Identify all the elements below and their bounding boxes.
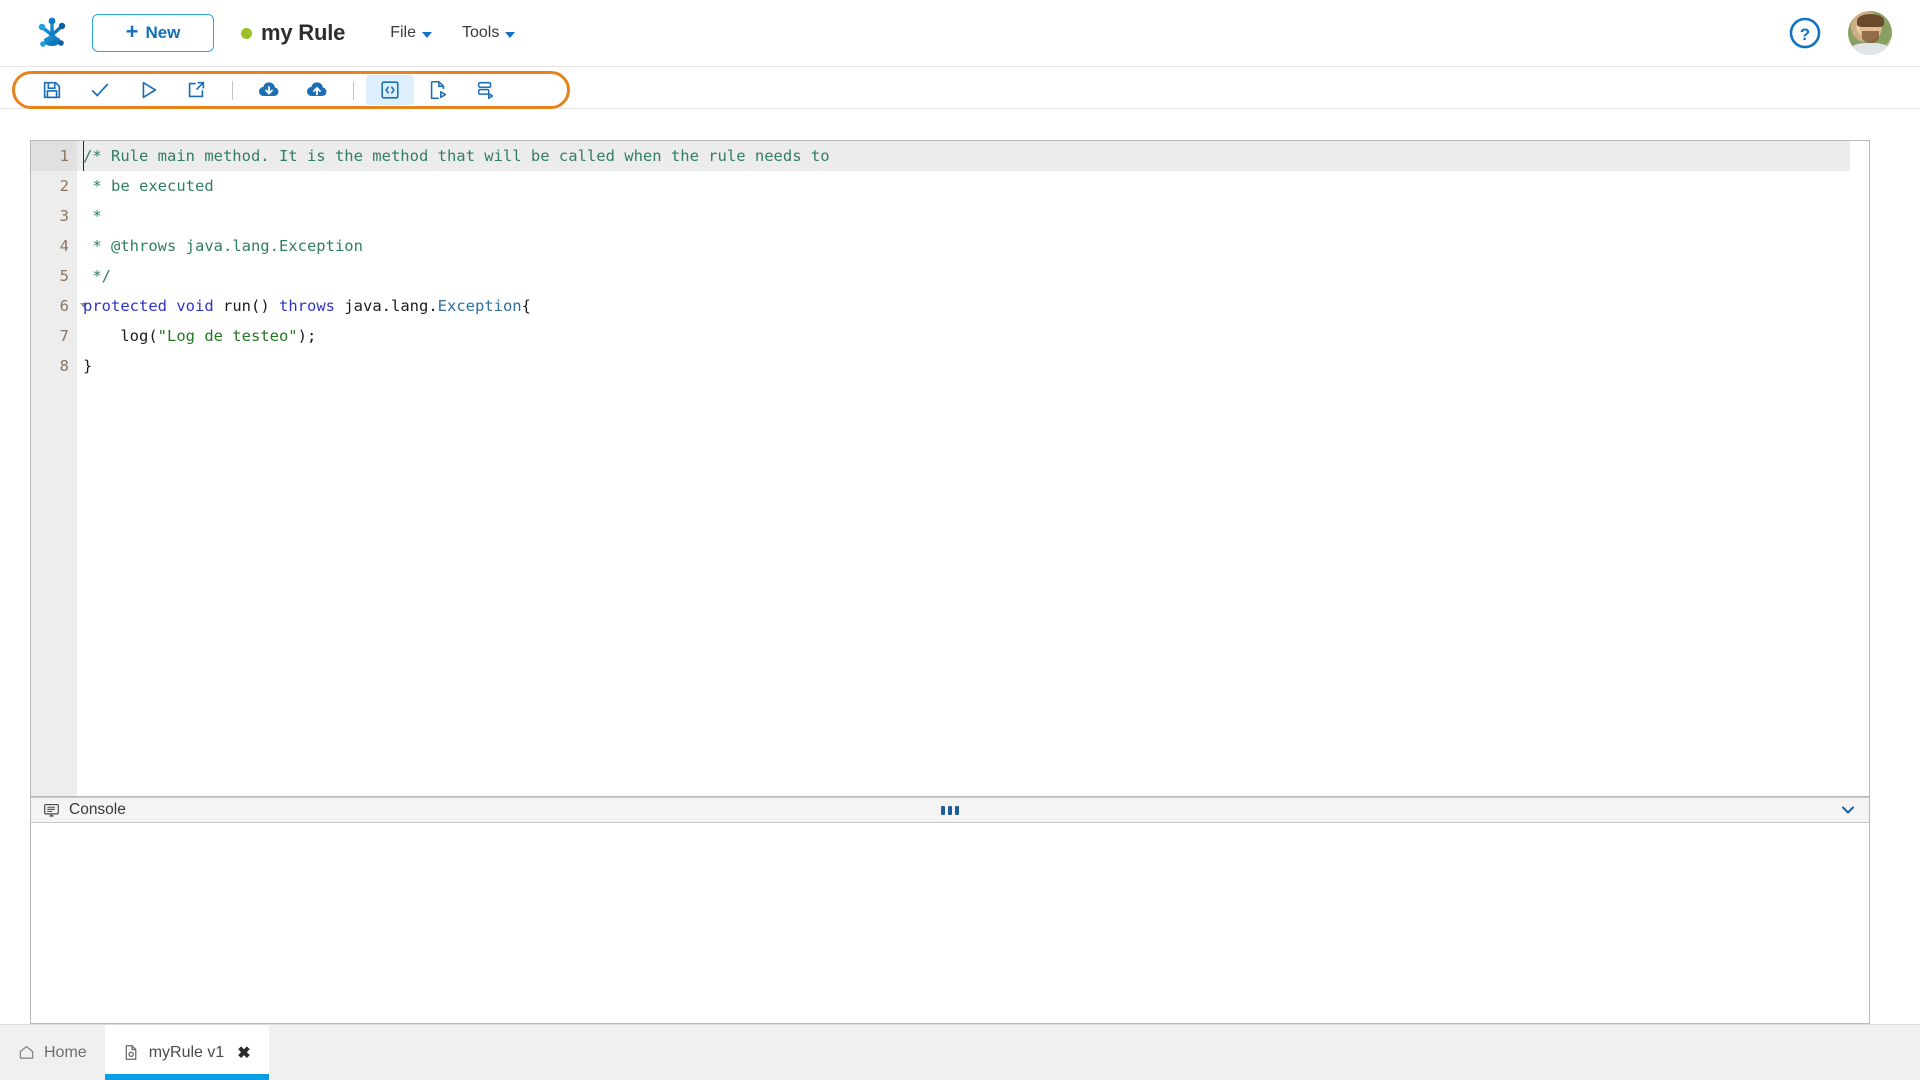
run-button[interactable] — [124, 75, 172, 105]
separator-1 — [232, 80, 233, 100]
plus-icon: + — [125, 19, 139, 44]
tab-home-label: Home — [44, 1043, 87, 1061]
chevron-down-icon[interactable] — [1839, 801, 1857, 824]
code-editor-panel[interactable]: 1 2 3 4 5 6 7 8 /* Rule main method. It is the … — [30, 140, 1870, 797]
database-button[interactable] — [462, 75, 510, 105]
code-token: throws — [279, 297, 335, 315]
line-number: 1 — [31, 141, 88, 171]
app-header: + New my Rule File Tools ? — [0, 0, 1920, 67]
new-document-button[interactable] — [414, 75, 462, 105]
upload-button[interactable] — [293, 75, 341, 105]
menu-file-label: File — [390, 24, 416, 41]
console-output[interactable] — [31, 823, 1869, 1022]
tab-myrule-label: myRule v1 — [148, 1043, 225, 1061]
code-token: protected — [83, 297, 167, 315]
code-token: Exception — [437, 297, 522, 315]
code-line[interactable]: */ — [83, 261, 1869, 291]
open-external-button[interactable] — [172, 75, 220, 105]
separator-2 — [353, 80, 354, 100]
code-token: } — [83, 357, 93, 375]
code-line[interactable]: * be executed — [83, 171, 1869, 201]
header-right-group: ? — [1788, 11, 1892, 55]
code-area[interactable]: 1 2 3 4 5 6 7 8 /* Rule main method. It is the … — [31, 141, 1869, 796]
new-button[interactable]: + New — [92, 14, 214, 52]
status-dot — [241, 27, 252, 39]
save-button[interactable] — [28, 75, 76, 105]
home-icon — [18, 1044, 35, 1061]
line-number: 5 — [59, 267, 69, 285]
code-token: * be executed — [83, 177, 214, 195]
chevron-down-icon — [421, 32, 432, 38]
avatar[interactable] — [1848, 11, 1892, 55]
line-number: 4 — [59, 237, 69, 255]
code-line[interactable]: log("Log de testeo"); — [83, 321, 1869, 351]
code-token: * — [83, 207, 102, 225]
line-number: 6 — [31, 291, 88, 321]
console-label-group: Console — [43, 801, 126, 819]
tab-home[interactable]: Home — [0, 1025, 105, 1080]
code-token: { — [521, 297, 531, 315]
menu-tools-label: Tools — [461, 24, 500, 41]
page-title: my Rule — [261, 20, 346, 45]
tab-myrule-v1[interactable]: myRule v1 ✖ — [104, 1025, 269, 1080]
source-code-button[interactable] — [366, 75, 414, 105]
code-line[interactable]: * — [83, 201, 1869, 231]
chevron-down-icon — [505, 32, 516, 38]
help-circle-icon[interactable]: ? — [1788, 16, 1822, 50]
code-token: "Log de testeo" — [157, 327, 298, 345]
line-number: 7 — [59, 327, 69, 345]
rule-document-icon — [123, 1044, 140, 1061]
console-header[interactable]: Console — [31, 797, 1869, 823]
code-token: /* Rule main method. It is the method th… — [83, 147, 830, 165]
toolbar-highlight-box — [12, 71, 570, 109]
code-token: log( — [83, 327, 158, 345]
code-token: */ — [83, 267, 111, 285]
svg-text:?: ? — [1800, 25, 1810, 44]
code-line[interactable]: /* Rule main method. It is the method th… — [77, 141, 1850, 171]
code-line[interactable]: } — [83, 351, 1869, 381]
document-title-group: my Rule — [241, 20, 345, 46]
validate-button[interactable] — [76, 75, 124, 105]
line-number-gutter: 1 2 3 4 5 6 7 8 — [31, 141, 88, 796]
download-button[interactable] — [245, 75, 293, 105]
code-token: run() — [213, 297, 279, 315]
line-number: 3 — [59, 207, 69, 225]
code-token: * @throws java.lang.Exception — [83, 237, 363, 255]
code-line[interactable]: * @throws java.lang.Exception — [83, 231, 1869, 261]
ellipsis-drag-icon[interactable] — [941, 805, 959, 815]
code-token: void — [176, 297, 214, 315]
menu-bar: File Tools — [390, 24, 516, 42]
frog-foot-logo[interactable] — [30, 11, 74, 55]
bottom-tab-bar: Home myRule v1 ✖ — [0, 1024, 1920, 1080]
code-line[interactable]: protected void run() throws java.lang.Ex… — [83, 291, 1869, 321]
line-number: 2 — [59, 177, 69, 195]
console-title: Console — [69, 801, 126, 818]
code-token: ); — [297, 327, 317, 345]
new-button-label: New — [145, 23, 181, 42]
menu-tools[interactable]: Tools — [461, 24, 516, 42]
code-token: java.lang. — [335, 297, 438, 315]
menu-file[interactable]: File — [390, 24, 432, 42]
line-number: 8 — [59, 357, 69, 375]
toolbar — [0, 67, 1920, 109]
code-content[interactable]: /* Rule main method. It is the method th… — [77, 141, 1869, 796]
console-panel: Console — [30, 797, 1870, 1024]
close-x-icon[interactable]: ✖ — [237, 1043, 250, 1063]
text-caret — [83, 141, 84, 171]
console-monitor-icon — [43, 802, 60, 819]
